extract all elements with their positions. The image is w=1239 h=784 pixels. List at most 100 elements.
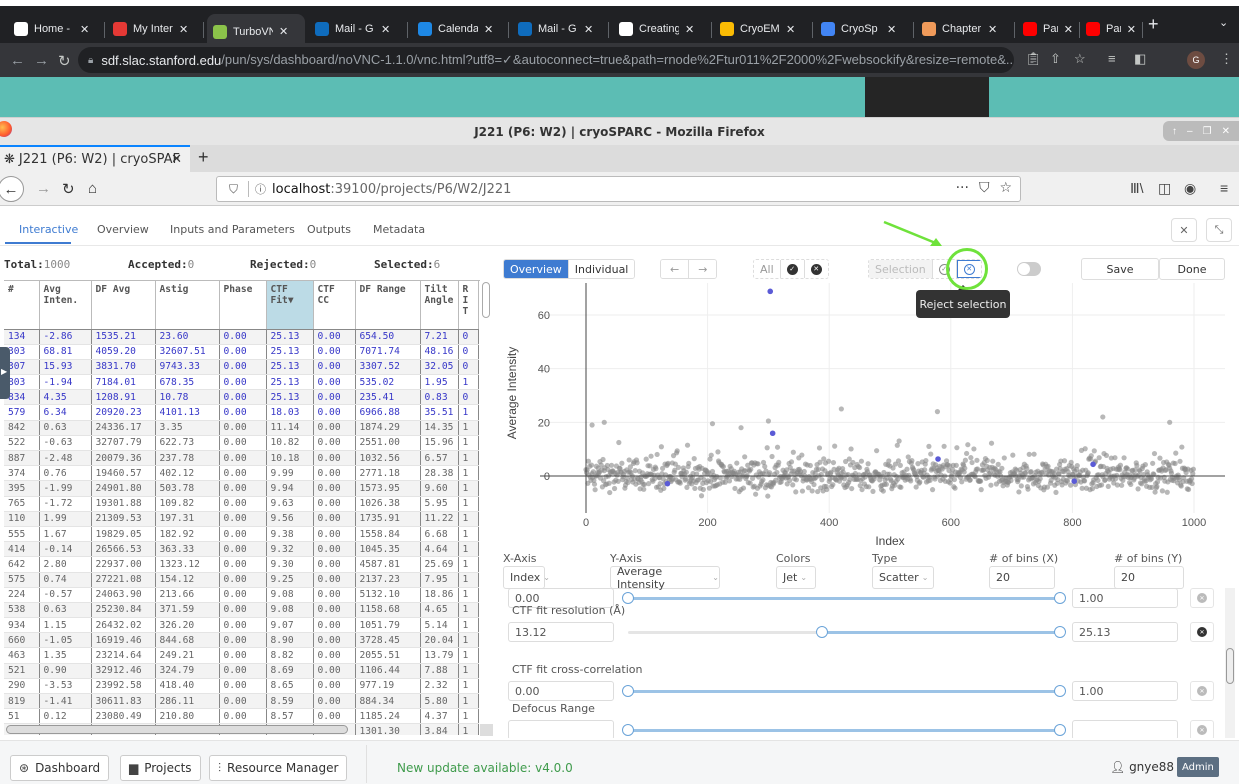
slider-min-handle[interactable] bbox=[622, 685, 634, 697]
table-row[interactable]: 934 1.15 26432.02 326.20 0.00 9.07 0.00 1051.79… bbox=[4, 617, 479, 634]
close-tab-icon[interactable]: ✕ bbox=[988, 23, 997, 36]
table-row[interactable]: 887 -2.48 20079.36 237.78 0.00 10.18 0.00 1032.… bbox=[4, 450, 479, 467]
menu-kebab-icon[interactable]: ⋮ bbox=[1220, 51, 1233, 67]
table-row[interactable]: 522 -0.63 32707.79 622.73 0.00 10.82 0.00 2551.… bbox=[4, 435, 479, 452]
table-row[interactable]: 575 0.74 27221.08 154.12 0.00 9.25 0.00 2137.23… bbox=[4, 572, 479, 588]
chrome-tab[interactable]: Part 3: ✕ bbox=[1080, 14, 1143, 44]
slider-max-handle[interactable] bbox=[1054, 626, 1066, 638]
table-row[interactable]: 395 -1.99 24901.80 503.78 0.00 9.94 0.00 1573.9… bbox=[4, 480, 479, 497]
clear-filter-button[interactable]: ✕ bbox=[1190, 681, 1214, 701]
scroll-thumb[interactable] bbox=[1226, 648, 1234, 684]
filter-range-slider[interactable] bbox=[622, 592, 1066, 604]
slider-min-handle[interactable] bbox=[816, 626, 829, 638]
slider-min-handle[interactable] bbox=[622, 592, 634, 604]
profile-avatar[interactable]: G bbox=[1187, 51, 1205, 69]
filter-range-slider[interactable] bbox=[628, 626, 1066, 638]
table-row[interactable]: 555 1.67 19829.05 182.92 0.00 9.38 0.00 1558.84… bbox=[4, 526, 479, 543]
filter-range-slider[interactable] bbox=[622, 685, 1066, 697]
chrome-tab[interactable]: Part 3: (✕ bbox=[1017, 14, 1080, 44]
table-row[interactable]: 642 2.80 22937.00 1323.12 0.00 9.30 0.00 4587.8… bbox=[4, 556, 479, 573]
table-row[interactable]: 842 0.63 24336.17 3.35 0.00 11.14 0.00 1874.29 1… bbox=[4, 420, 479, 436]
slider-max-handle[interactable] bbox=[1054, 724, 1066, 736]
filter-min-input[interactable]: 0.00 bbox=[508, 681, 614, 701]
table-row[interactable]: 134 -2.86 1535.21 23.60 0.00 25.13 0.00 654.50 7… bbox=[4, 329, 479, 345]
table-row[interactable]: 765 -1.72 19301.88 109.82 0.00 9.63 0.00 1026.3… bbox=[4, 496, 479, 512]
firefox-tab-active[interactable]: ❋ J221 (P6: W2) | cryoSPAF ✕ bbox=[0, 145, 190, 172]
chrome-tab[interactable]: CryoSp ✕ bbox=[815, 14, 914, 44]
column-header[interactable]: DF Avg bbox=[91, 281, 156, 330]
pocket-icon[interactable]: ⛉ bbox=[979, 180, 990, 196]
tab-search-icon[interactable]: ⌄ bbox=[1219, 16, 1228, 29]
dashboard-button[interactable]: ⊛ Dashboard bbox=[10, 755, 110, 781]
tab-metadata[interactable]: Metadata bbox=[373, 223, 425, 236]
reload-icon[interactable]: ↻ bbox=[62, 180, 75, 198]
collapse-panel-button[interactable]: ⤡ bbox=[1206, 218, 1232, 242]
user-name[interactable]: 👤︎ gnye88 bbox=[1110, 760, 1174, 774]
share-icon[interactable]: ⇧ bbox=[1050, 51, 1061, 67]
site-info-icon[interactable]: ⓘ bbox=[248, 181, 266, 197]
table-vertical-scrollbar[interactable] bbox=[482, 282, 490, 318]
update-notice[interactable]: New update available: v4.0.0 bbox=[397, 761, 573, 775]
close-tab-icon[interactable]: ✕ bbox=[584, 23, 593, 36]
reject-all-button[interactable]: ✕ bbox=[804, 260, 828, 278]
close-tab-icon[interactable]: ✕ bbox=[279, 25, 288, 38]
back-button[interactable]: ← bbox=[0, 176, 24, 202]
slider-max-handle[interactable] bbox=[1054, 685, 1066, 697]
column-header[interactable]: CTF CC bbox=[313, 281, 356, 330]
close-tab-icon[interactable]: ✕ bbox=[1064, 23, 1073, 36]
column-header[interactable]: Phase bbox=[219, 281, 267, 330]
window-up-icon[interactable]: ↑ bbox=[1172, 126, 1177, 137]
prev-button[interactable]: ← bbox=[661, 260, 690, 278]
type-select[interactable]: Scatter ⌄ bbox=[872, 566, 934, 589]
url-bar[interactable]: ⛉ ⓘ localhost :39100/projects/P6/W2/J221… bbox=[216, 176, 1021, 202]
chrome-tab[interactable]: CryoEM ✕ bbox=[714, 14, 813, 44]
slider-max-handle[interactable] bbox=[1054, 592, 1066, 604]
bookmark-star-icon[interactable]: ☆ bbox=[999, 180, 1012, 196]
table-row[interactable]: 463 1.35 23214.64 249.21 0.00 8.82 0.00 2055.51… bbox=[4, 647, 479, 664]
account-icon[interactable]: ◉ bbox=[1184, 180, 1196, 197]
sidebar-expand-handle[interactable]: ▶ bbox=[0, 347, 10, 399]
done-button[interactable]: Done bbox=[1159, 258, 1225, 280]
close-tab-icon[interactable]: ✕ bbox=[685, 23, 694, 36]
reading-list-icon[interactable]: ≡ bbox=[1108, 51, 1116, 66]
close-tab-icon[interactable]: ✕ bbox=[179, 23, 188, 36]
page-actions-icon[interactable]: ··· bbox=[956, 180, 969, 196]
table-row[interactable]: 521 0.90 32912.46 324.79 0.00 8.69 0.00 1106.44… bbox=[4, 663, 479, 679]
table-row[interactable]: 374 0.76 19460.57 402.12 0.00 9.99 0.00 2771.18… bbox=[4, 465, 479, 482]
close-tab-icon[interactable]: ✕ bbox=[887, 23, 896, 36]
column-header[interactable]: Avg Inten. bbox=[39, 281, 92, 330]
minimize-icon[interactable]: – bbox=[1187, 126, 1193, 137]
table-row[interactable]: 110 1.99 21309.53 197.31 0.00 9.56 0.00 1735.91… bbox=[4, 511, 479, 527]
library-icon[interactable]: Ⅲ\ bbox=[1130, 180, 1144, 197]
forward-icon[interactable]: → bbox=[34, 52, 49, 69]
scatter-plot[interactable]: 02040600 200 400 600 800 1000IndexAverage Int… bbox=[500, 283, 1230, 551]
close-tab-icon[interactable]: ✕ bbox=[381, 23, 390, 36]
column-header[interactable]: DF Range bbox=[355, 281, 421, 330]
table-row[interactable]: 660 -1.05 16919.46 844.68 0.00 8.90 0.00 3728.4… bbox=[4, 632, 479, 649]
bookmark-star-icon[interactable]: ☆ bbox=[1074, 51, 1086, 67]
column-header[interactable]: Astig bbox=[155, 281, 220, 330]
table-row[interactable]: 819 -1.41 30611.83 286.11 0.00 8.59 0.00 884.34… bbox=[4, 693, 479, 710]
close-tab-icon[interactable]: ✕ bbox=[484, 23, 493, 36]
filter-max-input[interactable]: 1.00 bbox=[1072, 588, 1178, 608]
home-icon[interactable]: ⌂ bbox=[88, 180, 97, 197]
side-panel-icon[interactable]: ◧ bbox=[1134, 51, 1146, 67]
close-window-icon[interactable]: ✕ bbox=[1222, 126, 1230, 137]
column-header[interactable]: # bbox=[4, 281, 40, 330]
table-row[interactable]: 307 15.93 3831.70 9743.33 0.00 25.13 0.00 3307.… bbox=[4, 359, 479, 376]
maximize-icon[interactable]: ❐ bbox=[1203, 126, 1212, 137]
new-tab-button[interactable]: + bbox=[198, 147, 209, 168]
hamburger-menu-icon[interactable]: ≡ bbox=[1220, 180, 1228, 196]
close-tab-icon[interactable]: ✕ bbox=[786, 23, 795, 36]
close-tab-icon[interactable]: ✕ bbox=[171, 152, 182, 167]
tab-overview[interactable]: Overview bbox=[97, 223, 149, 236]
clear-filter-button[interactable]: ✕ bbox=[1190, 720, 1214, 738]
filter-max-input[interactable]: 1.00 bbox=[1072, 681, 1178, 701]
y-axis-select[interactable]: Average Intensity ⌄ bbox=[610, 565, 720, 591]
filter-range-slider[interactable] bbox=[622, 724, 1066, 736]
table-row[interactable]: 224 -0.57 24063.90 213.66 0.00 9.08 0.00 5132.1… bbox=[4, 587, 479, 603]
chrome-tab[interactable]: Chapter ✕ bbox=[916, 14, 1015, 44]
back-icon[interactable]: ← bbox=[10, 52, 25, 69]
table-horizontal-scrollbar[interactable] bbox=[6, 725, 348, 734]
slider-min-handle[interactable] bbox=[622, 724, 634, 736]
